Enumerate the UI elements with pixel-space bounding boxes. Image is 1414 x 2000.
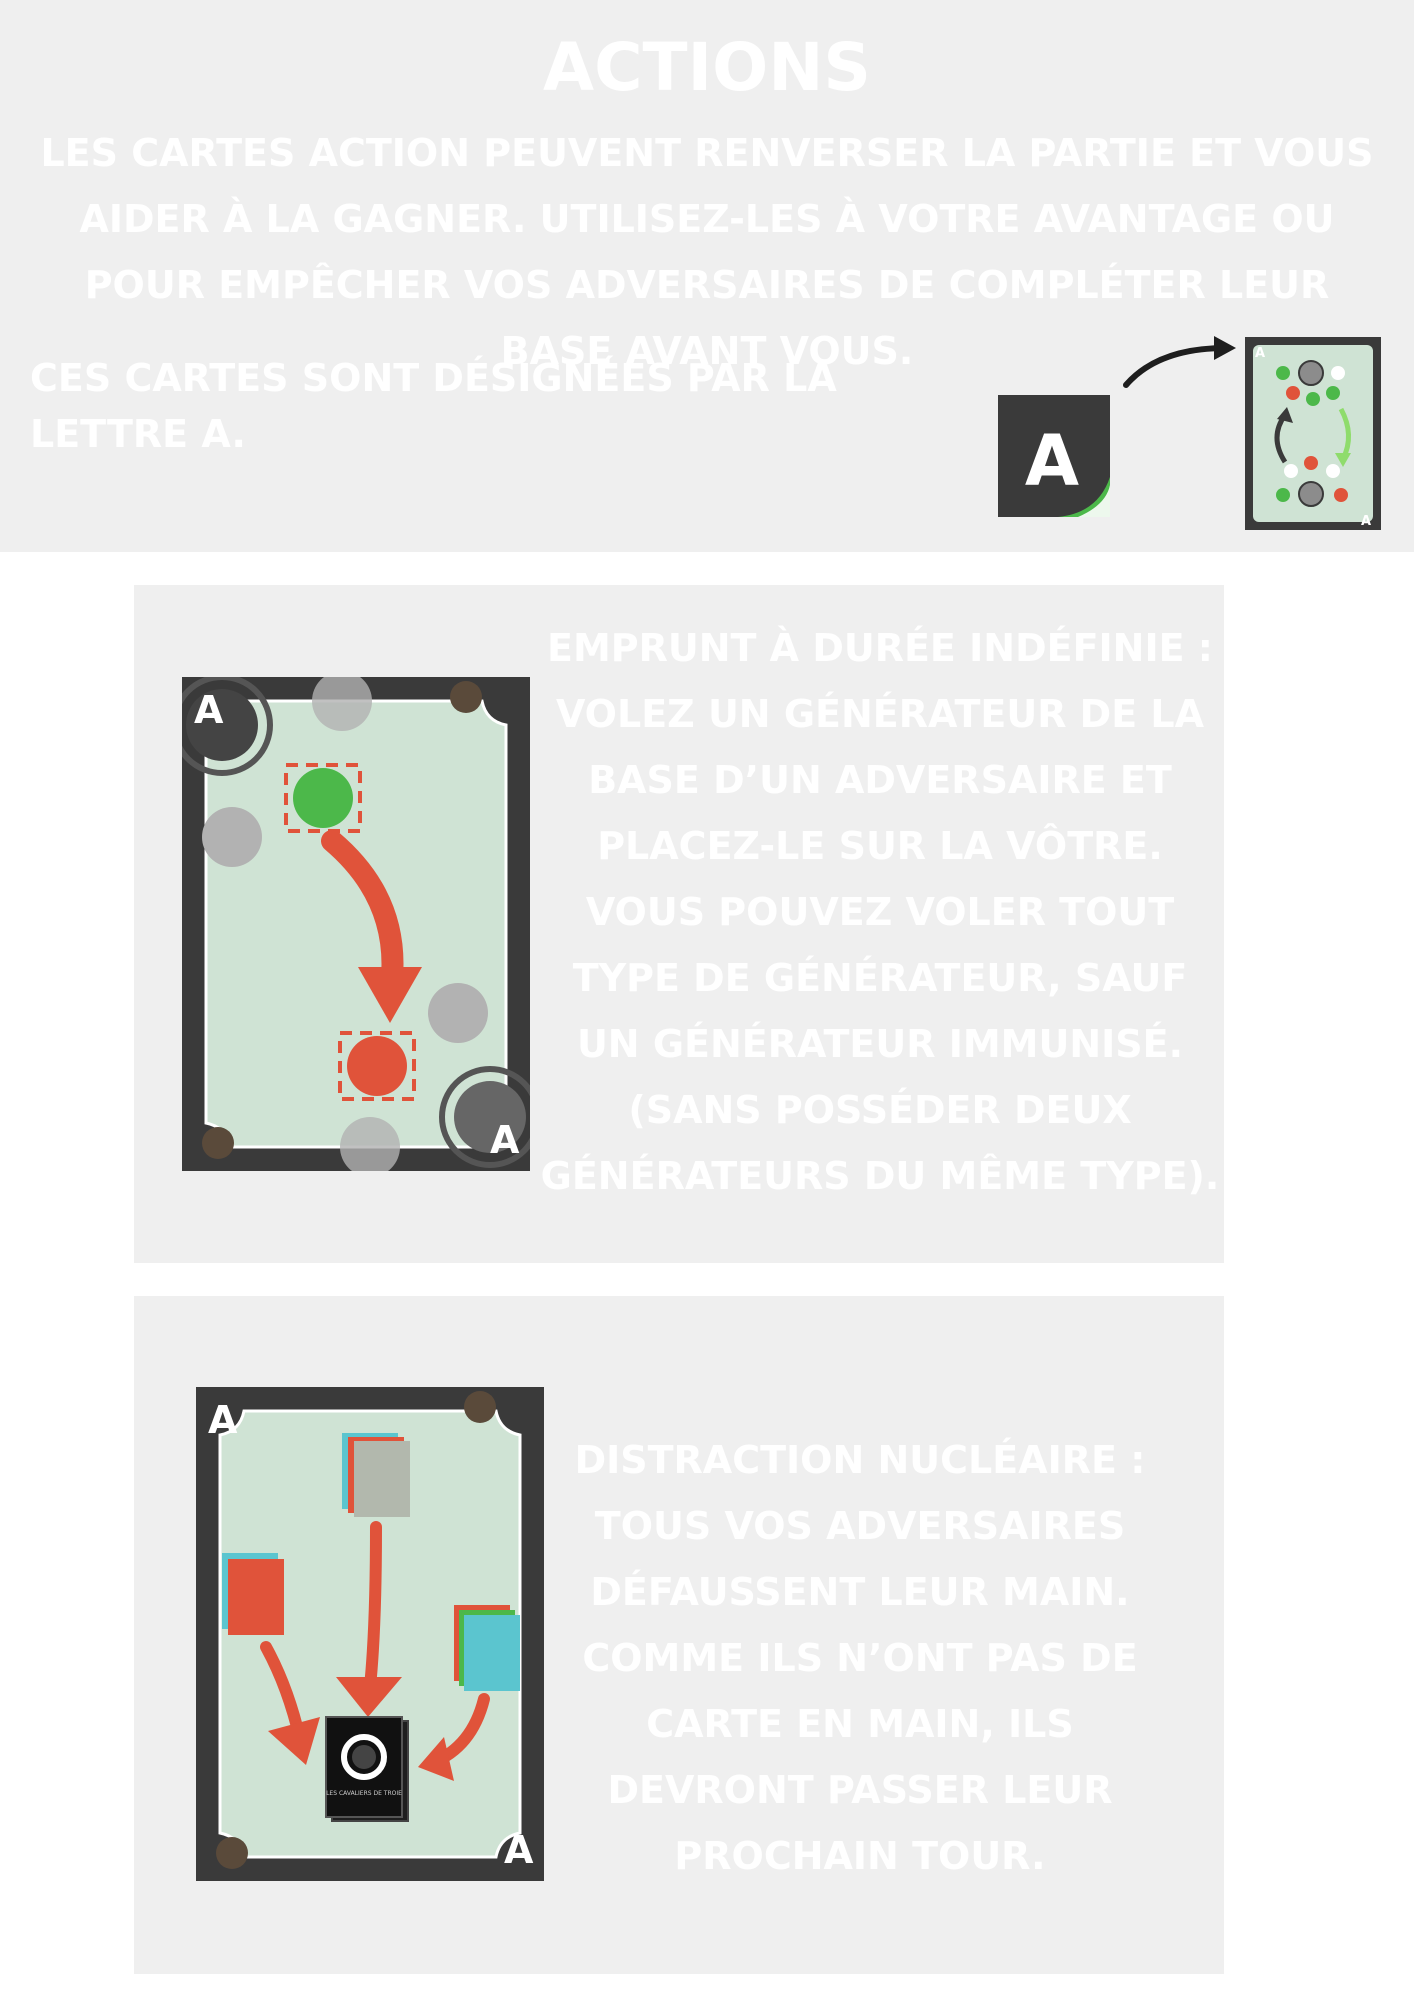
mini-action-card-icon: A A: [1245, 337, 1381, 530]
card-letter-top: A: [208, 1398, 238, 1442]
header-section: ACTIONS LES CARTES ACTION PEUVENT RENVER…: [0, 0, 1414, 552]
distraction-description: DISTRACTION NUCLÉAIRE : TOUS VOS ADVERSA…: [574, 1438, 1146, 1878]
designation-text: CES CARTES SONT DÉSIGNÉES PAR LA LETTRE …: [30, 356, 837, 456]
svg-text:A: A: [1255, 346, 1265, 361]
card-letter-bottom: A: [504, 1828, 534, 1872]
distraction-card-illustration: LES CAVALIERS DE TROIE A A: [196, 1387, 544, 1881]
deck-label: LES CAVALIERS DE TROIE: [326, 1790, 402, 1797]
svg-text:A: A: [1361, 514, 1371, 529]
emprunt-card-illustration: A A: [182, 677, 530, 1171]
curved-arrow-icon: [1123, 336, 1236, 388]
page-title: ACTIONS: [543, 29, 871, 106]
card-letter-bottom: A: [490, 1118, 520, 1162]
emprunt-description: EMPRUNT À DURÉE INDÉFINIE : VOLEZ UN GÉN…: [540, 626, 1220, 1198]
action-letter-badge-icon: A: [998, 395, 1110, 517]
card-letter-top: A: [194, 688, 224, 732]
badge-letter: A: [1025, 420, 1079, 502]
